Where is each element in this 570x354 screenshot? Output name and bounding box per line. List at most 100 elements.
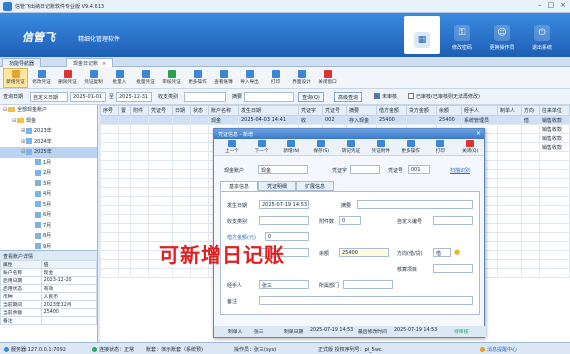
dialog-tool-5[interactable]: 凭证附件 — [367, 140, 395, 154]
grid-header[interactable]: 贷方金额 — [405, 105, 437, 116]
attach-count-input[interactable]: 0 — [339, 216, 361, 225]
grid-header[interactable]: 方向 — [520, 105, 540, 116]
header-tool-calendar[interactable]: ▦ — [404, 16, 440, 54]
message-center-link[interactable]: 消息提醒中心 — [480, 346, 517, 353]
grid-header[interactable]: 凭证号 — [148, 105, 173, 116]
tab-basic-info[interactable]: 基本信息 — [220, 181, 259, 191]
tree-node[interactable]: 1月 — [0, 158, 97, 169]
minimize-icon[interactable]: – — [538, 1, 542, 9]
header-tool-change-password[interactable]: ⚿ 修改密码 — [444, 16, 480, 54]
dialog-tool-1[interactable]: 下一个 — [248, 140, 276, 154]
query-button[interactable]: 查询(Q) — [298, 92, 324, 102]
tab-extended-info[interactable]: 扩展信息 — [296, 181, 335, 191]
toolbar-button-0[interactable]: 新增凭证 — [3, 67, 28, 88]
tree-node[interactable]: ⊟ 全部现金账户 — [0, 105, 97, 116]
custom-no-input[interactable] — [433, 216, 473, 225]
summary-field[interactable] — [357, 200, 473, 209]
tree-node[interactable]: 8月 — [0, 231, 97, 242]
toolbar-button-6[interactable]: 审核凭证 — [159, 68, 184, 88]
tree-node[interactable]: 4月 — [0, 189, 97, 200]
toolbar-button-10[interactable]: 打印 — [263, 68, 288, 88]
account-select[interactable]: 现金 — [258, 165, 308, 174]
handler-input[interactable]: 张三 — [259, 280, 309, 289]
tree-node[interactable]: 7月 — [0, 221, 97, 232]
filter-bar: 查询日期 自定义日期 2025-01-01 至 2025-12-31 收支类别 … — [0, 89, 570, 105]
calendar-icon — [26, 148, 32, 155]
tree-node[interactable]: 6月 — [0, 210, 97, 221]
tab-cash-journal[interactable]: 现金日记账 × — [66, 58, 114, 67]
toolbar-button-9[interactable]: 导入导出 — [237, 68, 262, 88]
tree-node[interactable]: ⊞ 2024年 — [0, 137, 97, 148]
tab-navigator[interactable]: 功能导航器 — [2, 58, 42, 67]
voucher-word-select[interactable] — [350, 165, 380, 174]
tree-node[interactable]: ⊟ 现金 — [0, 116, 97, 127]
dialog-toolbar: 上一个 下一个 新增(N) 保存(S) 转记凭证 凭证附件 更多操作 打印 关闭(Q) — [214, 139, 484, 156]
maximize-icon[interactable]: □ — [548, 1, 555, 9]
occur-date-input[interactable]: 2025-07-19 14:53 — [259, 200, 309, 209]
table-row[interactable]: 现金 2025-04-03 14:41 收 002 存入现金 25400 25400 系统管理… — [100, 115, 570, 125]
header-tool-exit[interactable]: ⏻ 退出系统 — [524, 16, 560, 54]
advanced-query-button[interactable]: 高级查询 — [334, 92, 363, 102]
balance-input[interactable]: 25400 — [339, 248, 389, 257]
tree-node[interactable]: ⊟ 2025年 — [0, 147, 97, 158]
voucher-no-input[interactable]: 001 — [408, 165, 430, 174]
unaudited-checkbox[interactable] — [374, 93, 380, 99]
scan-recognize-link[interactable]: 扫描识别 — [450, 167, 470, 174]
main-toolbar: 新增凭证 修改凭证 删除凭证 凭证复制 批量入 批量凭证 审核凭证 更多操作 查看账簿 导入导出打… — [0, 67, 570, 89]
toolbar-button-8[interactable]: 查看账簿 — [211, 68, 236, 88]
summary-input[interactable] — [244, 92, 294, 102]
toolbar-button-7[interactable]: 更多操作 — [185, 68, 210, 88]
grid-header[interactable]: 状态 — [189, 105, 209, 116]
tree-node[interactable]: 3月 — [0, 179, 97, 190]
toolbar-button-5[interactable]: 批量凭证 — [133, 68, 158, 88]
grid-header[interactable]: 置 — [118, 105, 131, 116]
close-icon[interactable]: × — [560, 1, 566, 9]
toolbar-button-11[interactable]: 界面设计 — [289, 68, 314, 88]
grid-header[interactable]: 附件 — [130, 105, 149, 116]
grid-header[interactable]: 账户名称 — [207, 105, 239, 116]
date-to-input[interactable]: 2025-12-31 — [116, 92, 152, 102]
dialog-tool-6[interactable]: 更多操作 — [397, 140, 425, 154]
dialog-tool-2[interactable]: 新增(N) — [278, 140, 306, 154]
calendar-icon — [35, 232, 41, 239]
grid-header[interactable]: 凭证号 — [321, 105, 347, 116]
audited-checkbox[interactable] — [408, 93, 414, 99]
dialog-close-icon[interactable]: × — [476, 130, 481, 137]
dialog-tool-8[interactable]: 关闭(Q) — [456, 140, 484, 154]
grid-header[interactable]: 日期 — [171, 105, 191, 116]
direction-select[interactable]: 借 — [433, 248, 451, 257]
grid-header[interactable]: 凭证字 — [297, 105, 323, 116]
grid-header[interactable]: 发生日期 — [237, 105, 299, 116]
tree-node[interactable]: ⊞ 2023年 — [0, 126, 97, 137]
remark-input[interactable] — [259, 296, 473, 305]
grid-header[interactable]: 摘要 — [345, 105, 377, 116]
toolbar-button-4[interactable]: 批量入 — [107, 68, 132, 88]
tab-voucher-detail[interactable]: 凭证明细 — [258, 181, 297, 191]
dialog-tool-3[interactable]: 保存(S) — [307, 140, 335, 154]
tree-node[interactable]: 5月 — [0, 200, 97, 211]
grid-header[interactable]: 制单人 — [496, 105, 522, 116]
tree-node[interactable]: 2月 — [0, 168, 97, 179]
category-field[interactable] — [259, 216, 309, 225]
tree-node[interactable]: 9月 — [0, 242, 97, 251]
grid-header[interactable]: 借方金额 — [375, 105, 407, 116]
dialog-tool-4[interactable]: 转记凭证 — [337, 140, 365, 154]
grid-header[interactable]: 序号 — [100, 105, 119, 116]
date-mode-select[interactable]: 自定义日期 — [30, 92, 68, 102]
dialog-tool-7[interactable]: 打印 — [426, 140, 454, 154]
dialog-tool-0[interactable]: 上一个 — [218, 140, 246, 154]
grid-header[interactable]: 余额 — [435, 105, 462, 116]
toolbar-button-1[interactable]: 修改凭证 — [29, 68, 54, 88]
window-title: 信管飞出纳日记账软件专业版 V9.4.613 — [15, 4, 105, 10]
date-from-input[interactable]: 2025-01-01 — [70, 92, 106, 102]
category-label: 收支类别 — [158, 94, 179, 100]
toolbar-button-2[interactable]: 删除凭证 — [55, 68, 80, 88]
category-select[interactable] — [184, 92, 226, 102]
toolbar-button-12[interactable]: 关闭窗口 — [315, 68, 340, 88]
verify-item-select[interactable] — [433, 264, 473, 273]
grid-header[interactable]: 经手人 — [460, 105, 498, 116]
grid-header[interactable]: 往来单位 — [538, 105, 570, 116]
header-tool-switch-operator[interactable]: ☺ 更换操作员 — [484, 16, 520, 54]
dept-select[interactable] — [343, 280, 393, 289]
toolbar-button-3[interactable]: 凭证复制 — [81, 68, 106, 88]
